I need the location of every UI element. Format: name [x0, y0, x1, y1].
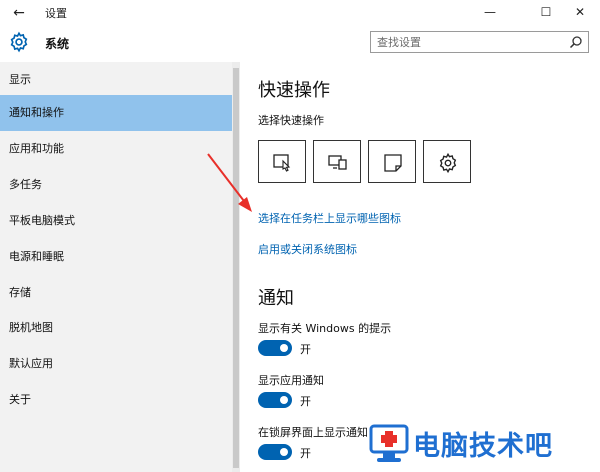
system-icons-link[interactable]: 启用或关闭系统图标 — [258, 241, 357, 257]
sidebar-item-power[interactable]: 电源和睡眠 — [0, 239, 232, 275]
watermark: 电脑技术吧 — [365, 416, 600, 472]
sidebar-item-tablet-mode[interactable]: 平板电脑模式 — [0, 203, 232, 239]
setting-label-lockscreen-notifications: 在锁屏界面上显示通知 — [258, 426, 368, 439]
notifications-heading: 通知 — [258, 288, 294, 309]
sidebar-item-display[interactable]: 显示 — [0, 62, 232, 98]
note-icon — [384, 154, 402, 172]
setting-label-windows-tips: 显示有关 Windows 的提示 — [258, 322, 392, 335]
quick-action-project[interactable] — [313, 140, 361, 183]
app-notifications-toggle[interactable] — [258, 392, 292, 408]
sidebar-item-offline-maps[interactable]: 脱机地图 — [0, 310, 232, 346]
sidebar-item-multitasking[interactable]: 多任务 — [0, 167, 232, 203]
gear-icon — [439, 152, 457, 174]
watermark-text: 电脑技术吧 — [413, 431, 553, 462]
taskbar-icons-link[interactable]: 选择在任务栏上显示哪些图标 — [258, 210, 401, 226]
lockscreen-notifications-state: 开 — [300, 447, 311, 460]
quick-action-settings[interactable] — [423, 140, 471, 183]
minimize-button[interactable]: — — [468, 0, 512, 24]
sidebar: 显示 通知和操作 应用和功能 多任务 平板电脑模式 电源和睡眠 存储 脱机地图 … — [0, 62, 232, 472]
setting-label-app-notifications: 显示应用通知 — [258, 374, 324, 387]
search-input[interactable] — [377, 34, 557, 50]
sidebar-item-notifications[interactable]: 通知和操作 — [0, 95, 232, 131]
header: 系统 — [0, 26, 600, 62]
sidebar-item-about[interactable]: 关于 — [0, 382, 232, 418]
quick-action-tablet-mode[interactable] — [258, 140, 306, 183]
sidebar-item-default-apps[interactable]: 默认应用 — [0, 346, 232, 382]
toggle-knob — [280, 344, 288, 352]
app-notifications-state: 开 — [300, 395, 311, 408]
quick-actions-subheading: 选择快速操作 — [258, 114, 324, 127]
back-button[interactable]: ← — [8, 2, 30, 24]
quick-actions-heading: 快速操作 — [258, 80, 330, 101]
sidebar-item-apps[interactable]: 应用和功能 — [0, 131, 232, 167]
toggle-knob — [280, 396, 288, 404]
search-icon[interactable] — [569, 35, 583, 49]
gear-icon — [10, 31, 28, 53]
main-content: 快速操作 选择快速操作 选择在任务栏上显示哪些图标 启用或关闭系统图标 通知 显… — [240, 62, 600, 472]
project-icon — [328, 155, 347, 170]
close-button[interactable]: ✕ — [558, 0, 600, 24]
window-title: 设置 — [45, 7, 67, 20]
sidebar-item-storage[interactable]: 存储 — [0, 275, 232, 311]
scrollbar[interactable] — [232, 62, 240, 472]
windows-tips-toggle[interactable] — [258, 340, 292, 356]
toggle-knob — [280, 448, 288, 456]
search-box[interactable] — [370, 31, 589, 53]
watermark-logo-icon — [369, 424, 409, 462]
windows-tips-state: 开 — [300, 343, 311, 356]
title-bar: ← 设置 — ☐ ✕ — [0, 0, 600, 26]
lockscreen-notifications-toggle[interactable] — [258, 444, 292, 460]
page-title: 系统 — [45, 37, 70, 51]
tablet-mode-icon — [273, 154, 291, 172]
scrollbar-thumb[interactable] — [233, 68, 239, 468]
quick-action-note[interactable] — [368, 140, 416, 183]
